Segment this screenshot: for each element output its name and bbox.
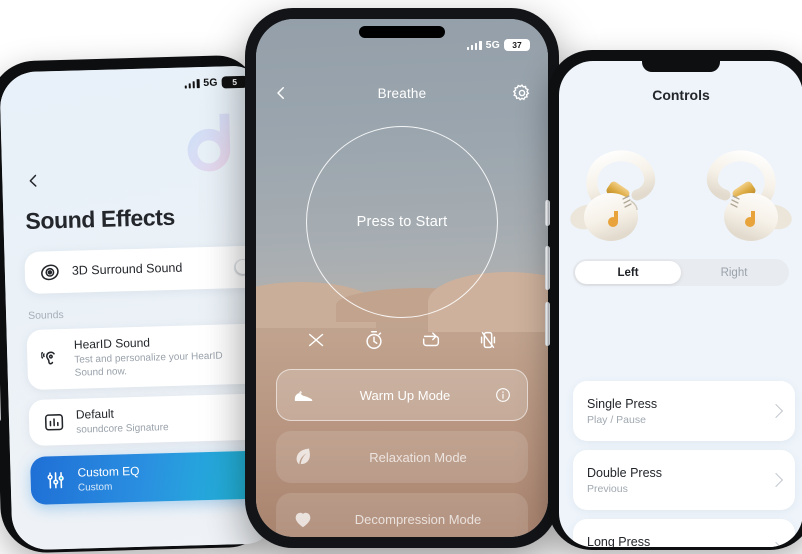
hearid-sound-card[interactable]: HearID Sound Test and personalize your H… — [26, 323, 274, 390]
controls-title: Controls — [559, 87, 802, 103]
double-press-value: Previous — [587, 483, 771, 495]
running-shoe-icon — [293, 384, 315, 406]
repeat-loop-icon[interactable] — [420, 329, 442, 351]
soundcore-logo-watermark — [168, 108, 252, 196]
signal-bars-icon — [184, 78, 199, 88]
mode-relaxation-label: Relaxation Mode — [324, 450, 512, 465]
long-press-row[interactable]: Long Press Ambient Sound — [573, 519, 795, 547]
breathe-title: Breathe — [256, 86, 548, 101]
default-eq-card[interactable]: Default soundcore Signature — [28, 393, 274, 446]
double-press-row[interactable]: Double Press Previous — [573, 450, 795, 510]
right-phone-device: Controls — [548, 50, 802, 550]
breathe-navbar: Breathe — [256, 79, 548, 107]
left-phone-device: 5G 5 Sound Effects 3D Surround Sound Sou… — [0, 55, 270, 554]
notch — [642, 61, 720, 72]
network-label: 5G — [486, 39, 500, 51]
right-phone-screen: Controls — [559, 61, 802, 547]
center-phone-screen: 5G 37 Breathe Press to Start — [256, 19, 548, 537]
surround-sound-label: 3D Surround Sound — [72, 260, 223, 280]
heart-icon — [292, 508, 314, 530]
double-press-title: Double Press — [587, 466, 771, 480]
left-status-bar: 5G 5 — [184, 76, 248, 90]
chevron-right-icon — [769, 542, 783, 547]
single-press-title: Single Press — [587, 397, 771, 411]
chevron-right-icon — [769, 404, 783, 418]
long-press-title: Long Press — [587, 535, 771, 548]
shuffle-off-icon[interactable] — [306, 329, 328, 351]
signal-bars-icon — [467, 40, 482, 50]
mode-relaxation[interactable]: Relaxation Mode — [276, 431, 528, 483]
info-circle-icon[interactable] — [495, 387, 511, 403]
press-to-start-button[interactable]: Press to Start — [306, 126, 498, 318]
center-status-bar: 5G 37 — [467, 39, 530, 51]
vibrate-off-icon[interactable] — [477, 329, 499, 351]
phone-right-mute-switch[interactable] — [545, 200, 550, 226]
segment-left[interactable]: Left — [575, 261, 681, 284]
timer-stopwatch-icon[interactable] — [363, 329, 385, 351]
phone-left-power-button[interactable] — [0, 362, 1, 422]
battery-indicator: 5 — [221, 76, 247, 89]
left-phone-screen: 5G 5 Sound Effects 3D Surround Sound Sou… — [0, 65, 275, 550]
mode-warm-up[interactable]: Warm Up Mode — [276, 369, 528, 421]
phone-right-volume-up[interactable] — [545, 246, 550, 290]
single-press-row[interactable]: Single Press Play / Pause — [573, 381, 795, 441]
left-right-segmented-control[interactable]: Left Right — [573, 259, 789, 286]
chevron-left-icon[interactable] — [272, 84, 290, 102]
custom-eq-card[interactable]: Custom EQ Custom — [30, 450, 275, 505]
breathe-tool-row — [256, 329, 548, 351]
sounds-section-label: Sounds — [28, 309, 64, 322]
ear-hearing-icon — [41, 348, 64, 371]
single-press-value: Play / Pause — [587, 414, 771, 426]
page-title: Sound Effects — [25, 204, 175, 235]
eq-sliders-icon — [44, 469, 67, 492]
battery-indicator: 37 — [504, 39, 530, 51]
network-label: 5G — [203, 77, 218, 89]
leaf-icon — [292, 446, 314, 468]
hearid-subtitle: Test and personalize your HearID Sound n… — [74, 349, 237, 380]
dynamic-island — [359, 26, 445, 38]
equalizer-bars-icon — [43, 411, 66, 434]
center-phone-device: 5G 37 Breathe Press to Start — [245, 8, 559, 548]
mode-decompression[interactable]: Decompression Mode — [276, 493, 528, 537]
soundcore-earbuds-pair-image — [559, 131, 802, 251]
chevron-left-icon[interactable] — [24, 172, 42, 190]
surround-sound-card[interactable]: 3D Surround Sound — [24, 245, 274, 294]
segment-right[interactable]: Right — [681, 261, 787, 284]
gear-icon[interactable] — [512, 83, 532, 103]
chevron-right-icon — [769, 473, 783, 487]
surround-sound-icon — [39, 261, 62, 284]
mode-warm-up-label: Warm Up Mode — [325, 388, 485, 403]
mode-decompression-label: Decompression Mode — [324, 512, 512, 527]
press-to-start-label: Press to Start — [357, 214, 448, 230]
